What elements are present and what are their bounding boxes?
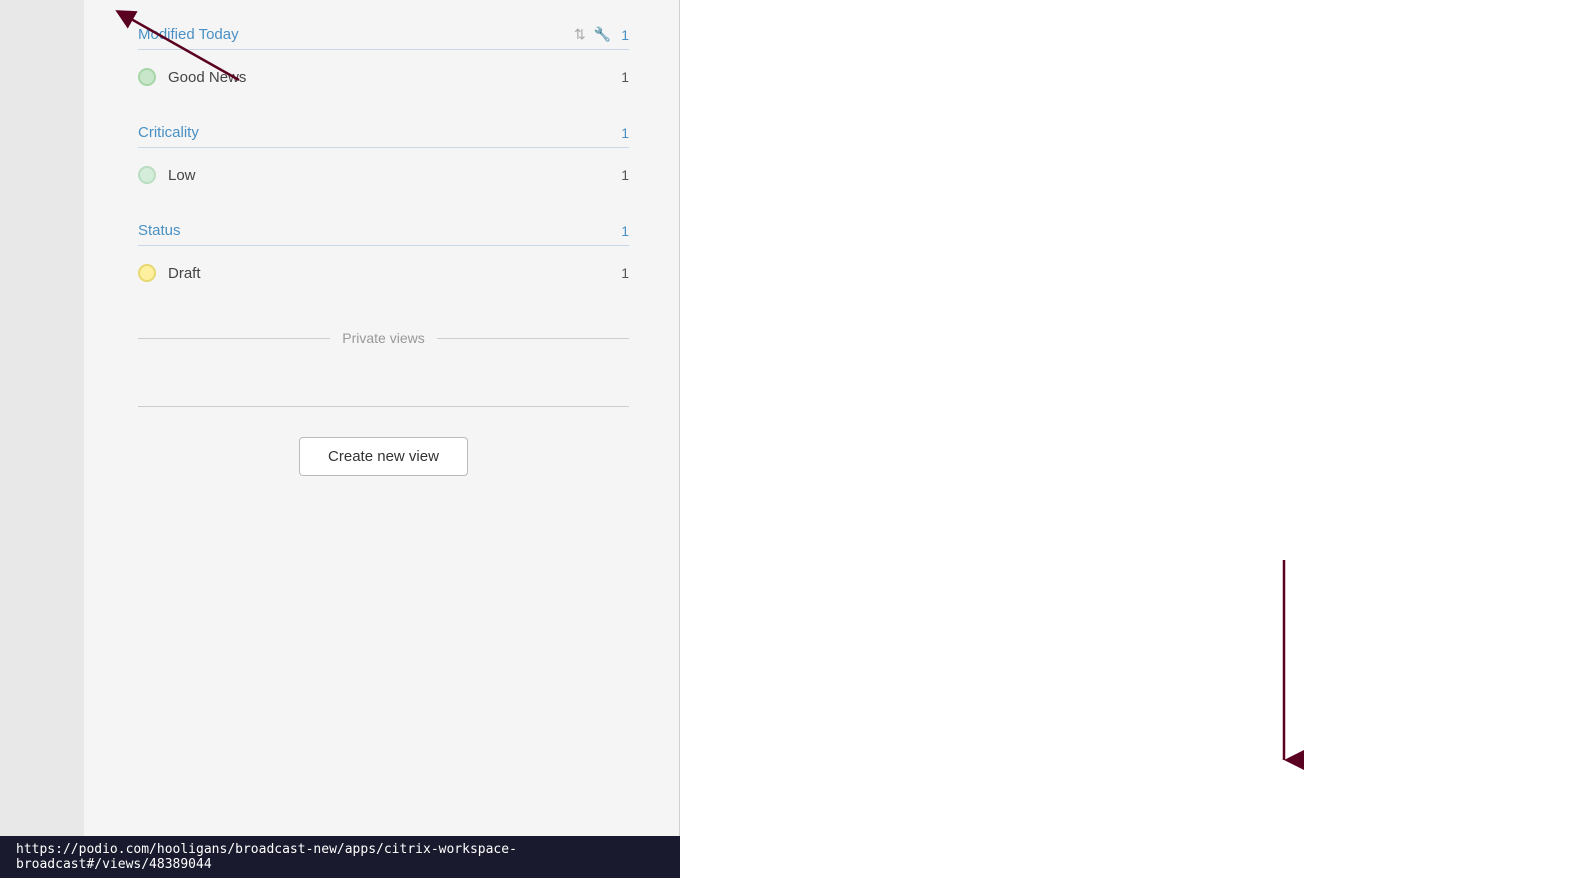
section-header-status: Status 1	[138, 222, 629, 246]
dot-low	[138, 166, 156, 184]
list-item-low[interactable]: Low 1	[138, 158, 629, 192]
item-count-low: 1	[621, 167, 629, 183]
sort-icon[interactable]: ⇅	[574, 26, 586, 43]
section-title-status[interactable]: Status	[138, 222, 181, 239]
private-views-divider: Private views	[138, 330, 629, 346]
section-count-criticality: 1	[621, 125, 629, 141]
item-label-good-news: Good News	[168, 69, 246, 86]
item-count-draft: 1	[621, 265, 629, 281]
section-header-criticality: Criticality 1	[138, 124, 629, 148]
section-title-modified-today[interactable]: Modified Today	[138, 26, 239, 43]
left-sidebar	[0, 0, 84, 878]
private-views-label: Private views	[342, 330, 424, 346]
section-status: Status 1 Draft 1	[138, 222, 629, 290]
list-item-draft[interactable]: Draft 1	[138, 256, 629, 290]
section-icons-modified-today: ⇅ 🔧	[574, 26, 611, 43]
list-item-good-news[interactable]: Good News 1	[138, 60, 629, 94]
right-area	[680, 0, 1574, 878]
status-bar: https://podio.com/hooligans/broadcast-ne…	[0, 836, 680, 878]
item-count-good-news: 1	[621, 69, 629, 85]
section-count-modified-today: 1	[621, 27, 629, 43]
status-bar-url: https://podio.com/hooligans/broadcast-ne…	[16, 842, 664, 872]
item-label-low: Low	[168, 167, 196, 184]
dot-draft	[138, 264, 156, 282]
section-count-status: 1	[621, 223, 629, 239]
dot-good-news	[138, 68, 156, 86]
section-header-modified-today: Modified Today ⇅ 🔧 1	[138, 26, 629, 50]
section-modified-today: Modified Today ⇅ 🔧 1 Good News 1	[138, 26, 629, 94]
create-new-view-button[interactable]: Create new view	[299, 437, 468, 476]
divider-line-right	[437, 338, 629, 339]
bottom-divider	[138, 406, 629, 407]
main-panel: Modified Today ⇅ 🔧 1 Good News 1	[84, 0, 680, 878]
settings-icon[interactable]: 🔧	[594, 26, 611, 43]
views-content: Modified Today ⇅ 🔧 1 Good News 1	[84, 0, 679, 486]
divider-line-left	[138, 338, 330, 339]
item-label-draft: Draft	[168, 265, 201, 282]
create-btn-container: Create new view	[138, 427, 629, 476]
section-title-criticality[interactable]: Criticality	[138, 124, 199, 141]
section-criticality: Criticality 1 Low 1	[138, 124, 629, 192]
